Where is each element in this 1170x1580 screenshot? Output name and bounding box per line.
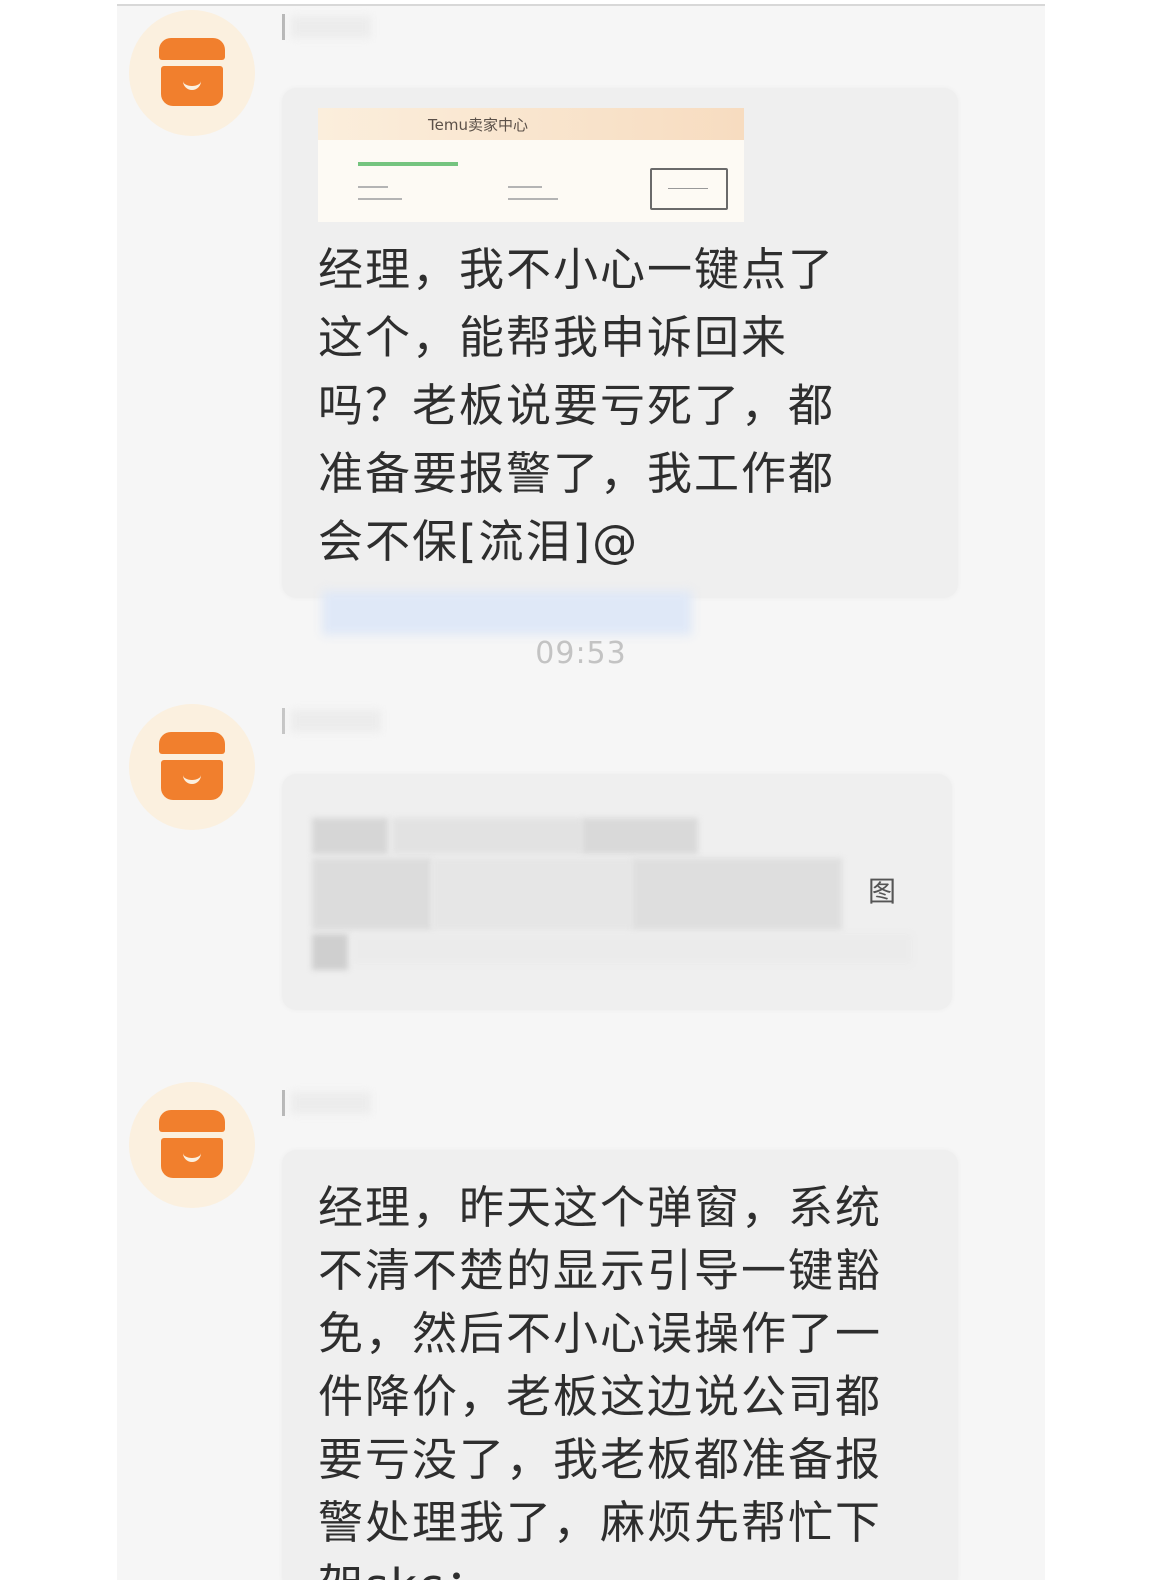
sender-name-blurred	[282, 14, 371, 40]
message-text: 经理，我不小心一键点了这个，能帮我申诉回来吗？老板说要亏死了，都准备要报警了，我…	[318, 236, 878, 644]
avatar[interactable]	[129, 1082, 255, 1208]
message-bubble[interactable]: 经理，昨天这个弹窗，系统不清不楚的显示引导一键豁免，然后不小心误操作了一件降价，…	[282, 1150, 958, 1580]
shop-icon	[159, 1110, 225, 1180]
sender-name-blurred	[282, 1090, 371, 1116]
message-text: 经理，昨天这个弹窗，系统不清不楚的显示引导一键豁免，然后不小心误操作了一件降价，…	[318, 1181, 883, 1580]
avatar[interactable]	[129, 704, 255, 830]
screenshot-title: Temu卖家中心	[428, 116, 528, 134]
shop-icon	[159, 732, 225, 802]
sender-name-blurred	[282, 708, 381, 734]
screenshot-thumbnail[interactable]: Temu卖家中心	[318, 108, 744, 222]
avatar[interactable]	[129, 10, 255, 136]
blurred-text-fragment: 图	[868, 875, 897, 908]
message-bubble[interactable]: Temu卖家中心 经理，我不小心一键点了这个，能帮我申诉回来吗？老板说要亏死了，…	[282, 88, 958, 635]
mention-blurred	[322, 591, 692, 635]
chat-screen: Temu卖家中心 经理，我不小心一键点了这个，能帮我申诉回来吗？老板说要亏死了，…	[117, 4, 1045, 1580]
screenshot-button	[650, 168, 728, 210]
message-bubble-blurred[interactable]: 图	[282, 774, 952, 1010]
message-timestamp: 09:53	[535, 636, 627, 671]
shop-icon	[159, 38, 225, 108]
